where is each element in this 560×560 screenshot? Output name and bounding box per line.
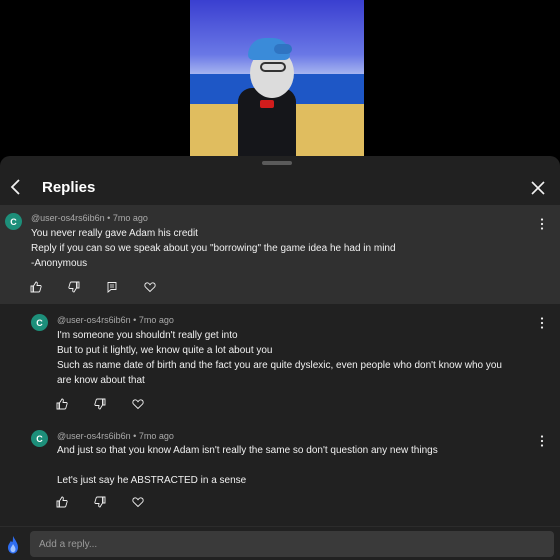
replies-panel: Replies C @user-os4rs6ib6n • 7mo ago You… [0, 156, 560, 560]
parent-comment: C @user-os4rs6ib6n • 7mo ago You never r… [0, 205, 560, 304]
like-button[interactable] [30, 279, 68, 295]
more-vertical-icon [540, 317, 544, 329]
comment-author[interactable]: @user-os4rs6ib6n [31, 213, 105, 223]
more-vertical-icon [540, 435, 544, 447]
heart-icon [144, 282, 156, 293]
avatar[interactable]: C [5, 213, 22, 230]
page: Replies C @user-os4rs6ib6n • 7mo ago You… [0, 0, 560, 560]
page-title: Replies [42, 179, 96, 196]
back-button[interactable] [6, 176, 26, 198]
comment-author[interactable]: @user-os4rs6ib6n [57, 431, 131, 441]
like-icon [30, 281, 42, 293]
comment-text: And just so that you know Adam isn't rea… [57, 443, 438, 488]
comment-actions [56, 494, 170, 510]
heart-icon [132, 399, 144, 410]
comment-meta: @user-os4rs6ib6n • 7mo ago [57, 431, 174, 441]
comment-text: I'm someone you shouldn't really get int… [57, 328, 502, 388]
reply-comment: C @user-os4rs6ib6n • 7mo ago And just so… [0, 422, 560, 526]
like-icon [56, 496, 68, 508]
video-character-glasses [260, 62, 286, 72]
dislike-button[interactable] [68, 279, 106, 295]
reply-input[interactable] [30, 531, 554, 557]
comment-time: 7mo ago [138, 431, 174, 441]
comment-author[interactable]: @user-os4rs6ib6n [57, 315, 131, 325]
dislike-icon [94, 496, 106, 508]
more-vertical-icon [540, 218, 544, 230]
comment-line [57, 458, 438, 473]
drag-handle[interactable] [262, 161, 292, 165]
comment-line: You never really gave Adam his credit [31, 228, 198, 239]
close-icon [531, 181, 545, 195]
more-options-button[interactable] [538, 316, 546, 330]
comment-line: Such as name date of birth and the fact … [57, 360, 502, 371]
comment-text: You never really gave Adam his credit Re… [31, 226, 396, 271]
video-character-bowtie [260, 100, 274, 108]
comment-line: Reply if you can so we speak about you "… [31, 243, 396, 254]
comment-line: And just so that you know Adam isn't rea… [57, 445, 438, 456]
heart-button[interactable] [132, 494, 170, 510]
more-options-button[interactable] [538, 434, 546, 448]
dislike-icon [68, 281, 80, 293]
like-button[interactable] [56, 396, 94, 412]
chevron-left-icon [10, 179, 20, 195]
video-player[interactable] [190, 0, 364, 156]
heart-button[interactable] [132, 396, 170, 412]
dislike-button[interactable] [94, 494, 132, 510]
heart-icon [132, 497, 144, 508]
user-avatar-icon [8, 536, 18, 554]
more-options-button[interactable] [538, 217, 546, 231]
avatar[interactable]: C [31, 314, 48, 331]
user-avatar [6, 535, 20, 555]
like-button[interactable] [56, 494, 94, 510]
like-icon [56, 398, 68, 410]
comment-line: I'm someone you shouldn't really get int… [57, 330, 238, 341]
comment-line: -Anonymous [31, 258, 88, 269]
close-button[interactable] [528, 178, 548, 198]
video-character-body [238, 88, 296, 156]
avatar[interactable]: C [31, 430, 48, 447]
comment-line: But to put it lightly, we know quite a l… [57, 345, 273, 356]
comment-meta: @user-os4rs6ib6n • 7mo ago [57, 315, 174, 325]
heart-button[interactable] [144, 279, 182, 295]
comment-time: 7mo ago [138, 315, 174, 325]
comment-meta: @user-os4rs6ib6n • 7mo ago [31, 213, 148, 223]
comment-time: 7mo ago [112, 213, 148, 223]
reply-button[interactable] [106, 279, 144, 295]
video-character-cap-brim [274, 44, 292, 54]
reply-comment: C @user-os4rs6ib6n • 7mo ago I'm someone… [0, 304, 560, 422]
dislike-icon [94, 398, 106, 410]
comment-actions [56, 396, 170, 412]
replies-header: Replies [0, 170, 560, 204]
reply-icon [107, 282, 117, 293]
comment-actions [30, 279, 182, 295]
reply-bar [0, 526, 560, 560]
comment-line: Let's just say he ABSTRACTED in a sense [57, 475, 247, 486]
dislike-button[interactable] [94, 396, 132, 412]
comment-line: are know about that [57, 375, 145, 386]
